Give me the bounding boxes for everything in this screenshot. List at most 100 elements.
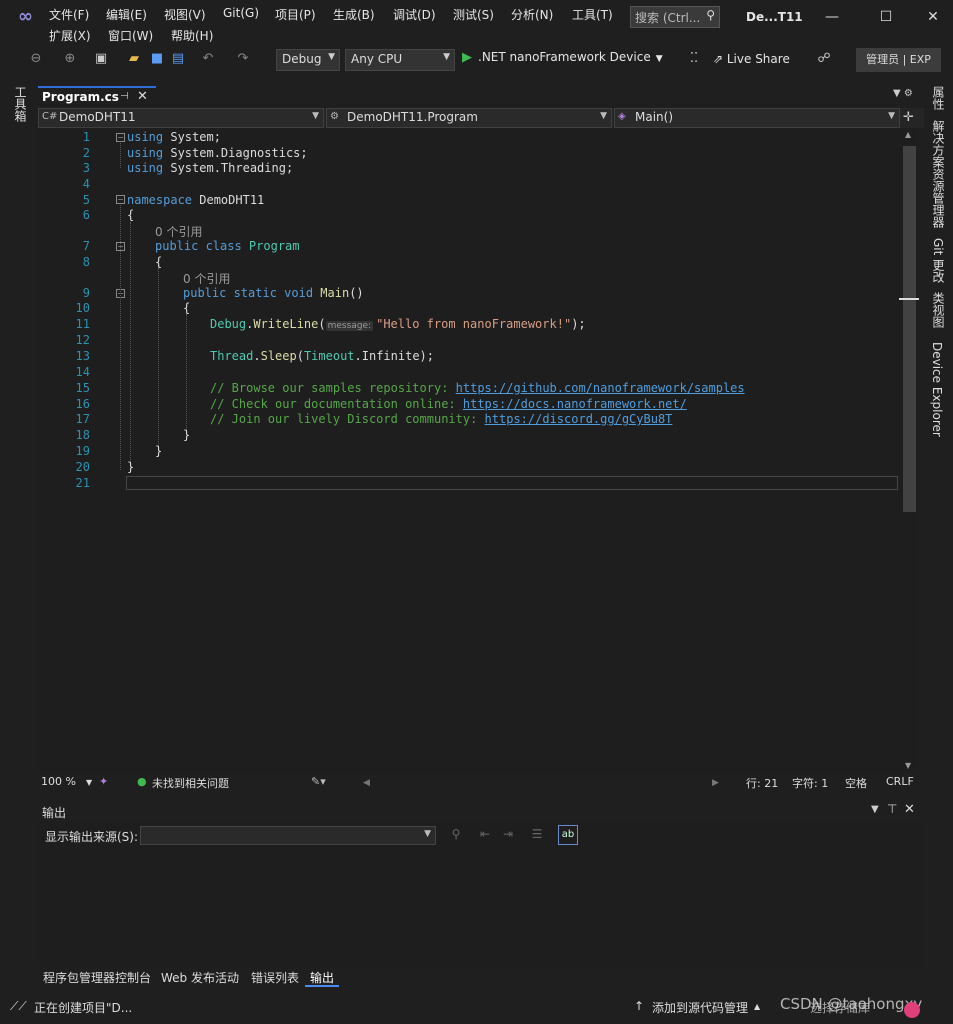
feedback-icon[interactable]: ☍: [816, 50, 832, 68]
next-message-icon[interactable]: ⇥: [499, 827, 517, 845]
tab-web-publish-activity[interactable]: Web 发布活动: [156, 967, 244, 987]
minimize-icon[interactable]: —: [817, 4, 847, 30]
member-dropdown[interactable]: ◈ Main() ▼: [614, 108, 900, 128]
previous-message-icon[interactable]: ⇤: [476, 827, 494, 845]
open-folder-icon[interactable]: ▰: [126, 50, 142, 68]
string-literal: "Hello from nanoFramework!": [376, 317, 572, 331]
docs-link[interactable]: https://docs.nanoframework.net/: [463, 397, 687, 411]
solution-explorer-tab[interactable]: 解决方案资源管理器: [930, 120, 947, 228]
reference-count[interactable]: 0 个引用: [183, 270, 230, 287]
method-icon: ◈: [618, 111, 626, 122]
menu-project[interactable]: 项目(P): [275, 6, 316, 23]
save-all-icon[interactable]: ▤: [170, 50, 186, 68]
admin-badge[interactable]: 管理员 | EXP: [856, 48, 941, 72]
left-tool-rail: 工具箱: [0, 80, 38, 993]
scroll-left-icon[interactable]: ◀: [363, 778, 370, 788]
class-dropdown[interactable]: ⚙ DemoDHT11.Program ▼: [326, 108, 612, 128]
discord-link[interactable]: https://discord.gg/gCyBu8T: [485, 412, 673, 426]
properties-tab[interactable]: 属性: [930, 86, 947, 110]
line-number: 3: [82, 161, 90, 175]
pin-icon[interactable]: ⊤: [887, 802, 897, 816]
line-indicator[interactable]: 行: 21: [746, 775, 778, 791]
back-icon[interactable]: ⊖: [28, 50, 44, 68]
word-wrap-icon[interactable]: ab: [558, 825, 578, 845]
menu-build[interactable]: 生成(B): [333, 6, 375, 23]
indent-guide: [158, 268, 159, 448]
code-line-17: // Join our lively Discord community: ht…: [210, 412, 672, 426]
menu-git[interactable]: Git(G): [223, 6, 259, 20]
menu-tools[interactable]: 工具(T): [572, 6, 613, 23]
chevron-down-icon[interactable]: ▼: [86, 778, 92, 787]
new-project-icon[interactable]: ▣: [93, 50, 109, 68]
platform-dropdown[interactable]: Any CPU ▼: [345, 49, 455, 71]
configuration-dropdown[interactable]: Debug ▼: [276, 49, 340, 71]
find-message-icon[interactable]: ⚲: [447, 827, 465, 845]
menu-analyze[interactable]: 分析(N): [511, 6, 553, 23]
column-indicator[interactable]: 字符: 1: [792, 775, 828, 791]
whitespace-indicator[interactable]: 空格: [845, 775, 867, 791]
line-number: 11: [75, 317, 90, 331]
class-view-tab[interactable]: 类视图: [930, 292, 947, 328]
scroll-up-icon[interactable]: ▲: [905, 130, 911, 139]
menu-debug[interactable]: 调试(D): [393, 6, 436, 23]
notification-icon[interactable]: [904, 1002, 920, 1018]
copilot-icon[interactable]: ✦: [99, 775, 108, 788]
project-dropdown[interactable]: C# DemoDHT11 ▼: [38, 108, 324, 128]
line-number: 9: [82, 286, 90, 300]
menu-window[interactable]: 窗口(W): [108, 27, 153, 44]
clear-all-icon[interactable]: ☰: [528, 827, 546, 845]
tab-options-icon[interactable]: ▼ ⚙: [893, 88, 913, 99]
indent-guide: [186, 314, 187, 432]
tab-error-list[interactable]: 错误列表: [246, 967, 304, 987]
output-source-dropdown[interactable]: ▼: [140, 826, 436, 845]
close-panel-icon[interactable]: ✕: [904, 802, 915, 817]
add-to-source-control-button[interactable]: 添加到源代码管理: [652, 999, 748, 1016]
hot-reload-icon[interactable]: ⁚⁚: [686, 50, 702, 68]
scroll-right-icon[interactable]: ▶: [712, 778, 719, 788]
type-name: Debug: [210, 317, 247, 331]
fold-toggle-icon[interactable]: −: [116, 195, 125, 204]
tab-output[interactable]: 输出: [305, 967, 340, 987]
menu-help[interactable]: 帮助(H): [171, 27, 213, 44]
keyword: namespace: [127, 193, 193, 207]
code-text: System;: [163, 130, 221, 144]
save-icon[interactable]: ■: [149, 50, 165, 68]
device-explorer-tab[interactable]: Device Explorer: [930, 342, 944, 437]
issues-status[interactable]: 未找到相关问题: [152, 775, 229, 791]
undo-icon[interactable]: ↶: [200, 50, 216, 68]
panel-menu-icon[interactable]: ▼: [871, 804, 879, 815]
toolbox-tab[interactable]: 工具箱: [12, 86, 29, 122]
menu-view[interactable]: 视图(V): [164, 6, 206, 23]
indent-guide: [130, 222, 131, 464]
redo-icon[interactable]: ↷: [235, 50, 251, 68]
split-editor-icon[interactable]: ✛: [903, 110, 914, 125]
scroll-down-icon[interactable]: ▼: [905, 761, 911, 770]
pin-icon[interactable]: ⊣: [120, 91, 129, 102]
live-share-button[interactable]: ⇗ Live Share: [713, 52, 790, 66]
close-tab-icon[interactable]: ✕: [137, 89, 148, 104]
chevron-up-icon[interactable]: ▲: [754, 1002, 760, 1011]
close-window-icon[interactable]: ✕: [918, 4, 948, 30]
menu-test[interactable]: 测试(S): [453, 6, 494, 23]
status-icon: ⟋⟋: [10, 999, 27, 1013]
comment: // Join our lively Discord community:: [210, 412, 485, 426]
tab-program-cs[interactable]: Program.cs ⊣ ✕: [38, 86, 156, 108]
forward-icon[interactable]: ⊕: [62, 50, 78, 68]
menu-edit[interactable]: 编辑(E): [106, 6, 147, 23]
chevron-down-icon: ▼: [655, 54, 663, 64]
run-button[interactable]: ▶ .NET nanoFramework Device ▼: [462, 50, 663, 65]
zoom-dropdown[interactable]: 100 %: [41, 775, 76, 788]
menu-file[interactable]: 文件(F): [49, 6, 89, 23]
code-line-16: // Check our documentation online: https…: [210, 397, 687, 411]
search-box[interactable]: 搜索 (Ctrl... ⚲: [630, 6, 720, 28]
fold-toggle-icon[interactable]: −: [116, 133, 125, 142]
git-changes-tab[interactable]: Git 更改: [930, 238, 947, 283]
scrollbar-thumb[interactable]: [903, 146, 916, 512]
cleanup-icon[interactable]: ✎▾: [311, 775, 326, 788]
reference-count[interactable]: 0 个引用: [155, 223, 202, 240]
samples-link[interactable]: https://github.com/nanoframework/samples: [456, 381, 745, 395]
menu-extensions[interactable]: 扩展(X): [49, 27, 91, 44]
maximize-icon[interactable]: ☐: [871, 4, 901, 30]
tab-package-manager-console[interactable]: 程序包管理器控制台: [38, 967, 156, 987]
line-ending-indicator[interactable]: CRLF: [886, 775, 914, 788]
